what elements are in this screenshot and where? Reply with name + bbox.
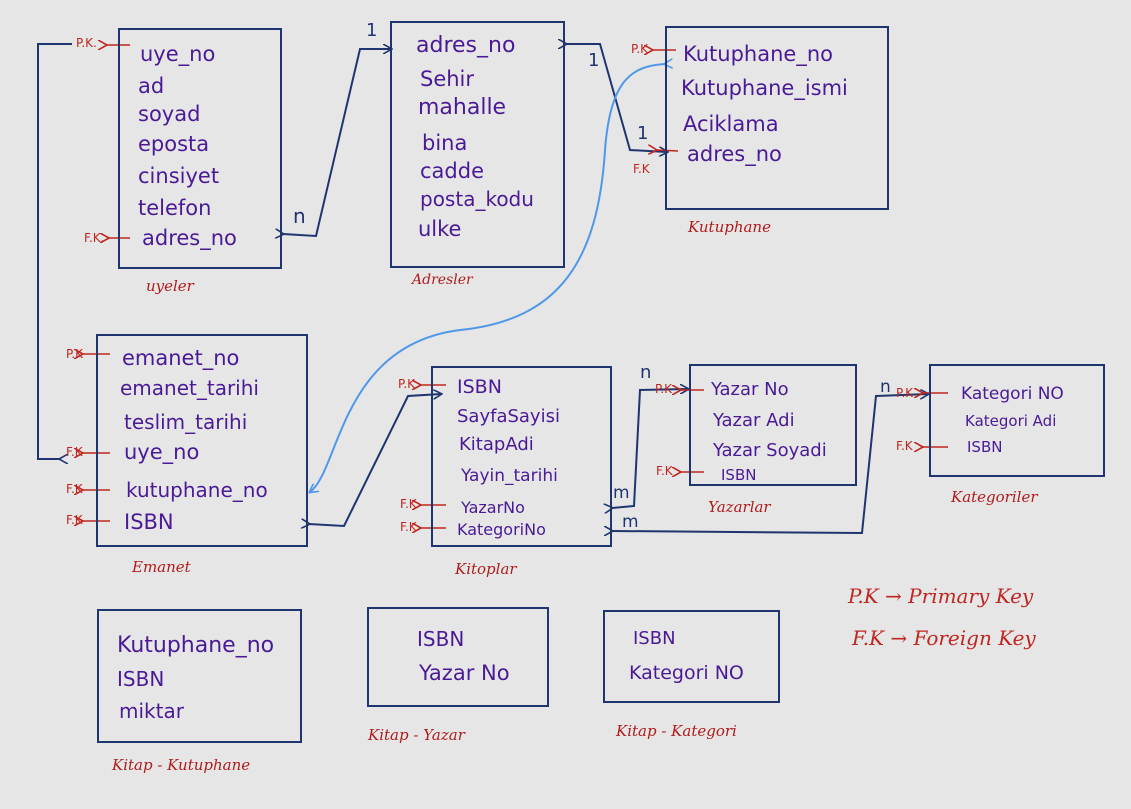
- field-kutuphane-no: kutuphane_no: [126, 478, 268, 502]
- table-uyeler: uye_no ad soyad eposta cinsiyet telefon …: [118, 28, 282, 269]
- field-kategori-no: Kategori NO: [629, 662, 744, 684]
- field-kategori-no: Kategori NO: [961, 384, 1064, 404]
- field-miktar: miktar: [119, 699, 184, 723]
- cardinality-label: n: [293, 204, 306, 228]
- field-bina: bina: [422, 131, 468, 155]
- caption-kutuphane: Kutuphane: [688, 218, 771, 236]
- field-kategori-no: KategoriNo: [457, 520, 546, 539]
- cardinality-label: m: [613, 483, 630, 503]
- field-uye-no: uye_no: [140, 42, 216, 66]
- field-isbn: ISBN: [417, 627, 465, 651]
- field-adres-no: adres_no: [142, 226, 237, 250]
- field-yazar-soyadi: Yazar Soyadi: [713, 440, 827, 461]
- pk-marker-kategoriler: P.K: [896, 386, 914, 400]
- field-eposta: eposta: [138, 132, 210, 156]
- link-adres-kutuphane: [566, 44, 667, 152]
- caption-emanet: Emanet: [132, 558, 191, 576]
- caption-kitap-kutuphane: Kitap - Kutuphane: [112, 756, 251, 774]
- table-adresler: adres_no Sehir mahalle bina cadde posta_…: [390, 21, 565, 268]
- link-emanet-uye: [37, 43, 72, 459]
- field-teslim-tarihi: teslim_tarihi: [124, 410, 248, 434]
- table-kitap-kategori: ISBN Kategori NO: [603, 610, 780, 703]
- field-isbn: ISBN: [633, 628, 676, 649]
- fk-marker-kutuphane: F.K: [633, 162, 650, 176]
- table-kutuphane: Kutuphane_no Kutuphane_ismi Aciklama adr…: [665, 26, 889, 210]
- field-kitap-adi: KitapAdi: [459, 434, 534, 455]
- legend-primary-key: P.K → Primary Key: [848, 584, 1034, 608]
- fk-marker-yazarlar: F.K: [656, 464, 673, 478]
- pk-marker-yazarlar: P.K: [655, 382, 673, 396]
- table-kitap-yazar: ISBN Yazar No: [367, 607, 549, 707]
- field-soyad: soyad: [138, 102, 201, 126]
- field-isbn: ISBN: [721, 466, 757, 484]
- fk-marker-emanet-uye: F.K: [66, 445, 83, 459]
- caption-kitaplar: Kitoplar: [455, 560, 517, 578]
- caption-kategoriler: Kategoriler: [951, 488, 1038, 506]
- field-sayfa-sayisi: SayfaSayisi: [457, 406, 560, 427]
- cardinality-label: 1: [588, 50, 600, 71]
- field-isbn: ISBN: [117, 667, 165, 691]
- field-yazar-no: Yazar No: [711, 379, 789, 400]
- fk-marker-kitaplar-yazar: F.K: [400, 497, 417, 511]
- pk-marker-uyeler: P.K.: [76, 36, 97, 50]
- fk-marker-kategoriler: F.K: [896, 439, 913, 453]
- cardinality-label: 1: [637, 123, 649, 144]
- field-kategori-adi: Kategori Adi: [965, 412, 1057, 430]
- field-sehir: Sehir: [420, 67, 475, 91]
- field-yazar-no: YazarNo: [461, 498, 525, 517]
- table-emanet: emanet_no emanet_tarihi teslim_tarihi uy…: [96, 334, 308, 547]
- field-kutuphane-ismi: Kutuphane_ismi: [681, 76, 848, 100]
- table-kategoriler: Kategori NO Kategori Adi ISBN: [929, 364, 1105, 477]
- caption-yazarlar: Yazarlar: [708, 498, 771, 516]
- field-adres-no: adres_no: [687, 142, 782, 166]
- field-adres-no: adres_no: [416, 33, 516, 58]
- field-cadde: cadde: [420, 159, 484, 183]
- field-emanet-tarihi: emanet_tarihi: [120, 376, 259, 400]
- field-kutuphane-no: Kutuphane_no: [683, 42, 833, 66]
- field-ad: ad: [138, 74, 165, 98]
- pk-marker-emanet: P.K: [66, 347, 84, 361]
- fk-marker-emanet-kutuphane: F.K: [66, 482, 83, 496]
- field-mahalle: mahalle: [418, 95, 507, 120]
- fk-marker-uyeler: F.K.: [84, 231, 105, 245]
- pk-marker-kitaplar: P.K: [398, 377, 416, 391]
- table-yazarlar: Yazar No Yazar Adi Yazar Soyadi ISBN: [689, 364, 857, 486]
- table-kitaplar: ISBN SayfaSayisi KitapAdi Yayin_tarihi Y…: [431, 366, 612, 547]
- cardinality-label: m: [622, 512, 639, 532]
- field-yayin-tarihi: Yayin_tarihi: [461, 466, 558, 486]
- cardinality-label: 1: [366, 20, 378, 41]
- field-telefon: telefon: [138, 196, 212, 220]
- caption-uyeler: uyeler: [146, 277, 194, 295]
- field-isbn: ISBN: [967, 438, 1003, 456]
- field-posta-kodu: posta_kodu: [420, 187, 534, 211]
- cardinality-label: n: [880, 377, 891, 397]
- field-uye-no: uye_no: [124, 440, 200, 464]
- caption-kitap-kategori: Kitap - Kategori: [616, 722, 737, 740]
- legend-foreign-key: F.K → Foreign Key: [852, 626, 1036, 650]
- pk-marker-kutuphane: P.K: [631, 42, 649, 56]
- field-isbn: ISBN: [457, 376, 502, 398]
- field-kutuphane-no: Kutuphane_no: [117, 633, 275, 658]
- fk-marker-emanet-isbn: F.K: [66, 513, 83, 527]
- cardinality-label: n: [640, 362, 652, 383]
- table-kitap-kutuphane: Kutuphane_no ISBN miktar: [97, 609, 302, 743]
- field-yazar-no: Yazar No: [419, 661, 510, 685]
- field-cinsiyet: cinsiyet: [138, 164, 220, 188]
- field-ulke: ulke: [418, 217, 462, 241]
- caption-adresler: Adresler: [412, 272, 473, 288]
- caption-kitap-yazar: Kitap - Yazar: [368, 726, 465, 744]
- field-aciklama: Aciklama: [683, 112, 779, 136]
- field-isbn: ISBN: [124, 510, 174, 534]
- field-emanet-no: emanet_no: [122, 346, 240, 370]
- field-yazar-adi: Yazar Adi: [713, 410, 795, 431]
- fk-marker-kitaplar-kategori: F.K: [400, 520, 417, 534]
